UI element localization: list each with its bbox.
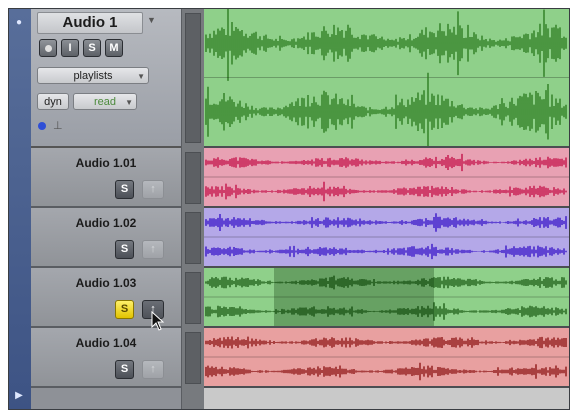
level-meter xyxy=(185,212,201,264)
playlists-selector[interactable]: playlists ▼ xyxy=(37,67,149,84)
track-headers: Audio 1 ▼ I S M playlists ▼ dyn read ▼ ⊥ xyxy=(31,9,181,409)
circle-arrow-icon[interactable]: ● xyxy=(12,16,26,30)
input-button-label: I xyxy=(68,42,72,54)
up-arrow-button[interactable]: ↑ xyxy=(142,240,164,259)
waveform-channel xyxy=(205,362,567,381)
track-name: Audio 1.03 xyxy=(75,276,137,290)
mute-button[interactable]: M xyxy=(105,39,123,57)
solo-label: S xyxy=(120,363,129,375)
mute-button-label: M xyxy=(109,42,119,54)
up-arrow-button[interactable]: ↑ xyxy=(142,360,164,379)
audio-clip-2[interactable] xyxy=(204,208,569,268)
solo-button[interactable]: S xyxy=(115,360,134,379)
waveform-channel xyxy=(205,153,567,172)
track-name-field[interactable]: Audio 1 xyxy=(37,12,143,34)
audio-clip-1[interactable] xyxy=(204,148,569,208)
level-meter xyxy=(185,332,201,384)
waveform xyxy=(204,9,569,146)
edit-window: ● ▶ Audio 1 ▼ I S M playlists ▼ dyn read… xyxy=(8,8,570,410)
track-name: Audio 1.01 xyxy=(75,156,137,170)
solo-button[interactable]: S xyxy=(83,39,101,57)
level-meter xyxy=(185,272,201,324)
view-label: dyn xyxy=(44,96,62,108)
solo-button[interactable]: S xyxy=(115,240,134,259)
track-name: Audio 1.02 xyxy=(75,216,137,230)
selection-region[interactable] xyxy=(274,268,434,326)
level-meter xyxy=(185,13,201,143)
input-monitor-button[interactable]: I xyxy=(61,39,79,57)
track-gutter: ● ▶ xyxy=(9,9,32,409)
solo-label: S xyxy=(120,243,129,255)
automation-mode-selector[interactable]: read ▼ xyxy=(73,93,137,110)
waveform xyxy=(204,336,569,381)
waveform xyxy=(204,213,569,260)
solo-label: S xyxy=(120,183,129,195)
track-header-1: Audio 1.01 S ↑ xyxy=(31,148,181,208)
record-enable-button[interactable] xyxy=(39,39,57,57)
track-header-4: Audio 1.04 S ↑ xyxy=(31,328,181,388)
arrange-area[interactable] xyxy=(204,9,569,409)
solo-label: S xyxy=(120,303,129,315)
track-view-selector[interactable]: dyn xyxy=(37,93,69,110)
waveform-channel xyxy=(205,336,567,349)
waveform-channel xyxy=(205,9,567,81)
chevron-down-icon: ▼ xyxy=(125,98,133,107)
level-meter-column xyxy=(181,9,205,409)
tick-icon: ⊥ xyxy=(53,120,63,132)
audio-clip-4[interactable] xyxy=(204,328,569,388)
up-arrow-icon: ↑ xyxy=(150,243,156,255)
pointer-cursor-icon xyxy=(151,311,165,331)
up-arrow-icon: ↑ xyxy=(150,363,156,375)
track-header-main: Audio 1 ▼ I S M playlists ▼ dyn read ▼ ⊥ xyxy=(31,9,181,148)
solo-button-active[interactable]: S xyxy=(115,300,134,319)
chevron-down-icon: ▼ xyxy=(137,72,145,81)
triangle-right-icon[interactable]: ▶ xyxy=(12,389,26,403)
track-header-2: Audio 1.02 S ↑ xyxy=(31,208,181,268)
playlists-label: playlists xyxy=(73,70,113,82)
waveform-channel xyxy=(205,243,567,260)
voice-icon[interactable] xyxy=(37,121,47,131)
level-meter xyxy=(185,152,201,204)
chevron-down-icon[interactable]: ▼ xyxy=(147,15,157,29)
waveform-channel xyxy=(205,181,567,202)
waveform xyxy=(204,153,569,202)
waveform-channel xyxy=(205,72,567,146)
solo-button-label: S xyxy=(88,42,96,54)
up-arrow-icon: ↑ xyxy=(150,183,156,195)
up-arrow-button[interactable]: ↑ xyxy=(142,180,164,199)
automation-label: read xyxy=(93,96,117,108)
audio-clip-main[interactable] xyxy=(204,9,569,148)
track-name: Audio 1.04 xyxy=(75,336,137,350)
solo-button[interactable]: S xyxy=(115,180,134,199)
waveform-channel xyxy=(205,213,567,232)
audio-clip-3[interactable] xyxy=(204,268,569,328)
